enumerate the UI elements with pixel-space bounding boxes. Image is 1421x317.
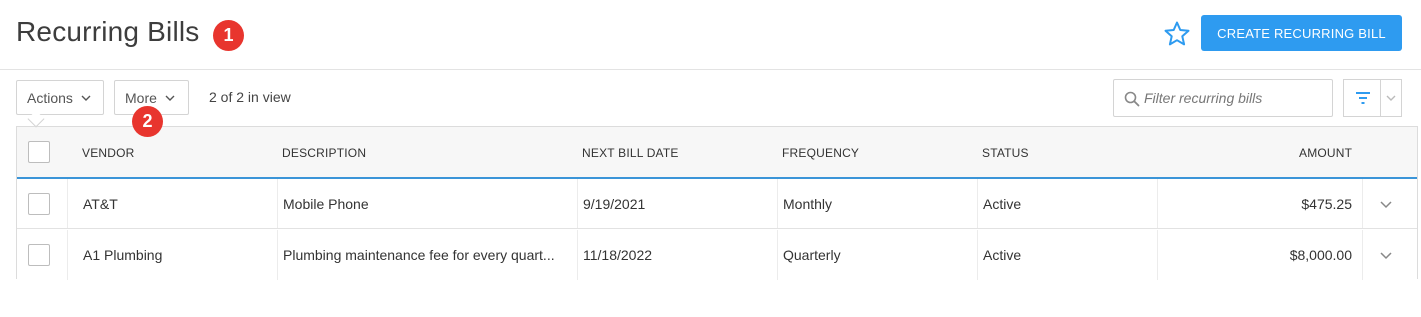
column-header-description[interactable]: DESCRIPTION bbox=[282, 146, 366, 160]
frequency-cell: Quarterly bbox=[783, 247, 841, 263]
filter-icon bbox=[1355, 92, 1370, 104]
row-checkbox[interactable] bbox=[28, 193, 50, 215]
select-all-checkbox[interactable] bbox=[28, 141, 50, 163]
column-divider bbox=[777, 230, 778, 280]
expand-row-chevron-icon[interactable] bbox=[1379, 248, 1393, 262]
create-recurring-bill-button[interactable]: CREATE RECURRING BILL bbox=[1201, 15, 1402, 51]
column-divider bbox=[67, 179, 68, 228]
column-divider bbox=[1362, 179, 1363, 228]
annotation-marker-1: 1 bbox=[213, 20, 244, 51]
column-divider bbox=[1157, 230, 1158, 280]
column-divider bbox=[577, 179, 578, 228]
search-box[interactable] bbox=[1113, 79, 1333, 117]
filter-button[interactable] bbox=[1343, 79, 1381, 117]
next-bill-date-cell: 9/19/2021 bbox=[583, 196, 646, 212]
column-divider bbox=[577, 230, 578, 280]
favorite-star-icon[interactable] bbox=[1163, 20, 1191, 48]
actions-dropdown-label: Actions bbox=[27, 89, 73, 106]
row-checkbox[interactable] bbox=[28, 244, 50, 266]
amount-cell: $475.25 bbox=[1301, 196, 1352, 212]
table-header: VENDOR DESCRIPTION NEXT BILL DATE FREQUE… bbox=[17, 127, 1417, 179]
search-icon bbox=[1124, 91, 1140, 107]
page-header: Recurring Bills 1 CREATE RECURRING BILL bbox=[0, 0, 1421, 70]
column-divider bbox=[277, 230, 278, 280]
table-row[interactable]: A1 Plumbing Plumbing maintenance fee for… bbox=[17, 230, 1417, 280]
annotation-marker-2: 2 bbox=[132, 106, 163, 137]
column-divider bbox=[1362, 230, 1363, 280]
expand-row-chevron-icon[interactable] bbox=[1379, 197, 1393, 211]
filter-options-dropdown[interactable] bbox=[1380, 79, 1402, 117]
chevron-down-icon bbox=[81, 95, 91, 101]
view-count-text: 2 of 2 in view bbox=[209, 89, 291, 105]
amount-cell: $8,000.00 bbox=[1289, 247, 1352, 263]
column-header-frequency[interactable]: FREQUENCY bbox=[782, 146, 859, 160]
status-cell: Active bbox=[983, 247, 1022, 263]
column-divider bbox=[777, 179, 778, 228]
filter-search-input[interactable] bbox=[1144, 80, 1330, 116]
frequency-cell: Monthly bbox=[783, 196, 833, 212]
column-divider bbox=[67, 230, 68, 280]
page-title: Recurring Bills bbox=[16, 16, 200, 47]
recurring-bills-table: VENDOR DESCRIPTION NEXT BILL DATE FREQUE… bbox=[16, 126, 1418, 280]
chevron-down-icon bbox=[1386, 95, 1396, 101]
column-divider bbox=[1157, 179, 1158, 228]
chevron-down-icon bbox=[165, 95, 175, 101]
vendor-cell: A1 Plumbing bbox=[83, 247, 163, 263]
column-header-amount[interactable]: AMOUNT bbox=[1299, 146, 1352, 160]
more-dropdown-label: More bbox=[125, 89, 157, 106]
column-header-vendor[interactable]: VENDOR bbox=[82, 146, 135, 160]
status-cell: Active bbox=[983, 196, 1022, 212]
column-divider bbox=[277, 179, 278, 228]
column-header-next-bill-date[interactable]: NEXT BILL DATE bbox=[582, 146, 679, 160]
column-divider bbox=[977, 179, 978, 228]
vendor-cell: AT&T bbox=[83, 196, 118, 212]
table-row[interactable]: AT&T Mobile Phone 9/19/2021 Monthly Acti… bbox=[17, 179, 1417, 229]
description-cell: Mobile Phone bbox=[283, 196, 369, 212]
next-bill-date-cell: 11/18/2022 bbox=[583, 247, 653, 263]
actions-dropdown[interactable]: Actions bbox=[16, 80, 104, 115]
description-cell: Plumbing maintenance fee for every quart… bbox=[283, 247, 555, 263]
column-divider bbox=[977, 230, 978, 280]
column-header-status[interactable]: STATUS bbox=[982, 146, 1029, 160]
